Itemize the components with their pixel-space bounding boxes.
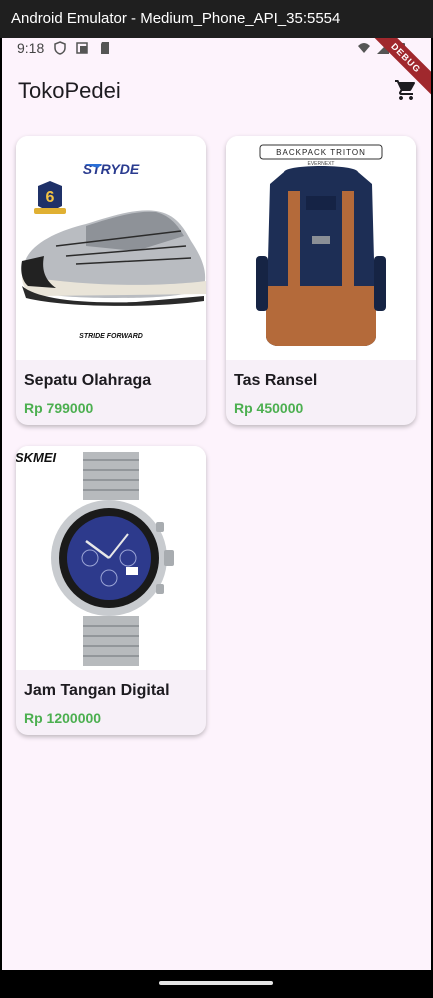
screenshot-icon: [76, 42, 88, 54]
product-price: Rp 450000: [234, 400, 304, 416]
shoe-badge: 6: [46, 189, 55, 206]
product-price: Rp 799000: [24, 400, 94, 416]
shopping-cart-icon[interactable]: [394, 78, 418, 102]
shoe-illustration: STRYDE 6 STRIDE FORWARD: [16, 136, 206, 360]
product-image-watch: SKMEI: [16, 446, 206, 670]
watch-illustration: SKMEI: [16, 446, 206, 670]
product-card-sepatu[interactable]: STRYDE 6 STRIDE FORWARD Sepatu Olahraga …: [16, 136, 206, 425]
shoe-tagline: STRIDE FORWARD: [79, 333, 143, 340]
app-bar: TokoPedei: [2, 60, 431, 116]
window-title: Android Emulator - Medium_Phone_API_35:5…: [11, 10, 341, 27]
status-time: 9:18: [17, 40, 45, 56]
product-name: Jam Tangan Digital: [24, 682, 170, 699]
backpack-illustration: BACKPACK TRITON EVERNEXT: [226, 136, 416, 360]
product-name: Tas Ransel: [234, 372, 318, 389]
sd-card-icon: [101, 42, 109, 54]
shoe-brand: STRYDE: [83, 161, 140, 177]
product-image-shoe: STRYDE 6 STRIDE FORWARD: [16, 136, 206, 360]
emulator-title-bar: Android Emulator - Medium_Phone_API_35:5…: [0, 0, 433, 38]
product-image-backpack: BACKPACK TRITON EVERNEXT: [226, 136, 416, 360]
status-bar: 9:18 DEBUG: [2, 38, 431, 103]
product-card-jam[interactable]: SKMEI Jam Tangan Digital Rp 1200000: [16, 446, 206, 735]
app-title: TokoPedei: [18, 78, 121, 103]
product-card-tas[interactable]: BACKPACK TRITON EVERNEXT Tas Ransel Rp 4…: [226, 136, 416, 425]
product-name: Sepatu Olahraga: [24, 372, 152, 389]
backpack-title: BACKPACK TRITON: [276, 148, 366, 157]
product-price: Rp 1200000: [24, 710, 102, 726]
wifi-icon: [358, 43, 370, 53]
phone-screen: 9:18 DEBUG TokoPedei STRYDE 6 STRIDE FOR…: [2, 38, 431, 970]
gesture-handle[interactable]: [159, 981, 273, 985]
shield-icon: [54, 41, 66, 55]
watch-brand: SKMEI: [16, 450, 57, 465]
